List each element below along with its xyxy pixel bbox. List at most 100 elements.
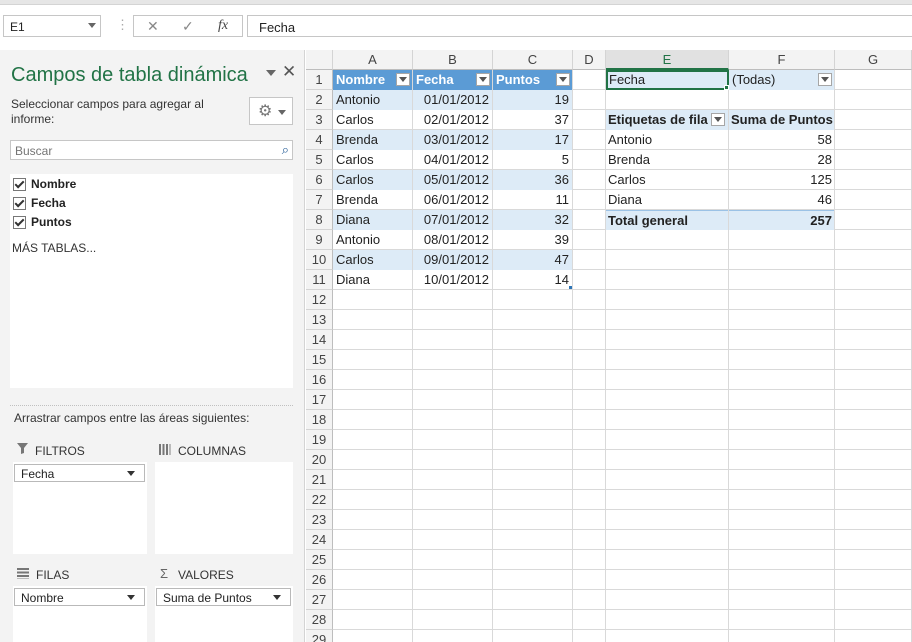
pivot-row-value[interactable]: 58: [729, 130, 834, 150]
table-cell[interactable]: Brenda: [333, 130, 412, 150]
rows-field-nombre[interactable]: Nombre: [14, 588, 145, 606]
table-cell[interactable]: 05/01/2012: [413, 170, 492, 190]
chevron-down-icon[interactable]: [273, 595, 281, 600]
table-cell[interactable]: 36: [493, 170, 572, 190]
column-header-e[interactable]: E: [606, 50, 729, 70]
column-header-d[interactable]: D: [573, 50, 606, 70]
table-cell[interactable]: 37: [493, 110, 572, 130]
search-icon[interactable]: ⌕: [282, 142, 289, 158]
table-cell[interactable]: 03/01/2012: [413, 130, 492, 150]
column-header-b[interactable]: B: [413, 50, 493, 70]
pivot-row-value[interactable]: 46: [729, 190, 834, 210]
table-cell[interactable]: 01/01/2012: [413, 90, 492, 110]
table-cell[interactable]: 10/01/2012: [413, 270, 492, 290]
filter-dropdown-icon[interactable]: [818, 73, 832, 86]
table-cell[interactable]: Carlos: [333, 150, 412, 170]
table-cell[interactable]: Antonio: [333, 90, 412, 110]
row-header-5[interactable]: 5: [306, 150, 333, 170]
pivot-filter-label[interactable]: Fecha: [606, 70, 729, 90]
chevron-down-icon[interactable]: [88, 23, 96, 28]
pivot-total-value[interactable]: 257: [729, 210, 834, 230]
pivot-total-label[interactable]: Total general: [606, 210, 728, 230]
table-cell[interactable]: 07/01/2012: [413, 210, 492, 230]
row-header-23[interactable]: 23: [306, 510, 333, 530]
pivot-row-label[interactable]: Antonio: [606, 130, 728, 150]
table-cell[interactable]: Carlos: [333, 110, 412, 130]
enter-icon[interactable]: ✓: [182, 18, 194, 35]
row-header-14[interactable]: 14: [306, 330, 333, 350]
pivot-row-label[interactable]: Brenda: [606, 150, 728, 170]
cancel-icon[interactable]: ✕: [147, 18, 159, 35]
pivot-row-value[interactable]: 28: [729, 150, 834, 170]
table-cell[interactable]: 47: [493, 250, 572, 270]
row-header-6[interactable]: 6: [306, 170, 333, 190]
table-cell[interactable]: 02/01/2012: [413, 110, 492, 130]
table-cell[interactable]: 11: [493, 190, 572, 210]
filter-dropdown-icon[interactable]: [556, 73, 570, 86]
row-header-17[interactable]: 17: [306, 390, 333, 410]
row-header-1[interactable]: 1: [306, 70, 333, 90]
formula-input[interactable]: Fecha: [247, 15, 912, 37]
column-header-g[interactable]: G: [835, 50, 912, 70]
checkbox-checked[interactable]: [13, 216, 26, 229]
select-all-corner[interactable]: [306, 50, 333, 70]
pivot-row-label-header[interactable]: Etiquetas de fila: [606, 110, 728, 130]
table-cell[interactable]: Diana: [333, 270, 412, 290]
filter-dropdown-icon[interactable]: [396, 73, 410, 86]
row-header-29[interactable]: 29: [306, 630, 333, 642]
row-header-19[interactable]: 19: [306, 430, 333, 450]
row-header-13[interactable]: 13: [306, 310, 333, 330]
pivot-row-label[interactable]: Carlos: [606, 170, 728, 190]
chevron-down-icon[interactable]: [127, 471, 135, 476]
row-header-27[interactable]: 27: [306, 590, 333, 610]
row-header-4[interactable]: 4: [306, 130, 333, 150]
values-area[interactable]: Suma de Puntos: [155, 586, 293, 642]
row-header-9[interactable]: 9: [306, 230, 333, 250]
filters-field-fecha[interactable]: Fecha: [14, 464, 145, 482]
row-header-20[interactable]: 20: [306, 450, 333, 470]
pane-options-chevron-icon[interactable]: [266, 70, 276, 76]
column-header-f[interactable]: F: [729, 50, 835, 70]
row-header-26[interactable]: 26: [306, 570, 333, 590]
filter-dropdown-icon[interactable]: [711, 113, 725, 126]
row-header-22[interactable]: 22: [306, 490, 333, 510]
table-cell[interactable]: 32: [493, 210, 572, 230]
values-field-suma[interactable]: Suma de Puntos: [156, 588, 291, 606]
table-cell[interactable]: Carlos: [333, 170, 412, 190]
table-cell[interactable]: 17: [493, 130, 572, 150]
insert-function-icon[interactable]: fx: [218, 18, 228, 34]
table-cell[interactable]: 09/01/2012: [413, 250, 492, 270]
name-box[interactable]: E1: [3, 15, 101, 37]
table-cell[interactable]: 14: [493, 270, 572, 290]
table-cell[interactable]: Antonio: [333, 230, 412, 250]
table-cell[interactable]: 04/01/2012: [413, 150, 492, 170]
row-header-16[interactable]: 16: [306, 370, 333, 390]
table-cell[interactable]: 06/01/2012: [413, 190, 492, 210]
row-header-18[interactable]: 18: [306, 410, 333, 430]
row-header-28[interactable]: 28: [306, 610, 333, 630]
row-header-21[interactable]: 21: [306, 470, 333, 490]
table-cell[interactable]: 08/01/2012: [413, 230, 492, 250]
close-icon[interactable]: ✕: [282, 62, 296, 82]
table-resize-handle[interactable]: [569, 286, 572, 289]
search-input[interactable]: [13, 142, 272, 160]
table-cell[interactable]: Diana: [333, 210, 412, 230]
column-header-a[interactable]: A: [333, 50, 413, 70]
checkbox-checked[interactable]: [13, 197, 26, 210]
row-header-8[interactable]: 8: [306, 210, 333, 230]
more-tables-link[interactable]: MÁS TABLAS...: [12, 241, 96, 255]
pivot-row-value[interactable]: 125: [729, 170, 834, 190]
row-header-12[interactable]: 12: [306, 290, 333, 310]
table-cell[interactable]: Brenda: [333, 190, 412, 210]
row-header-10[interactable]: 10: [306, 250, 333, 270]
row-header-25[interactable]: 25: [306, 550, 333, 570]
tools-button[interactable]: ⚙: [249, 97, 293, 125]
table-cell[interactable]: 39: [493, 230, 572, 250]
row-header-3[interactable]: 3: [306, 110, 333, 130]
column-header-c[interactable]: C: [493, 50, 573, 70]
row-header-2[interactable]: 2: [306, 90, 333, 110]
pivot-row-label[interactable]: Diana: [606, 190, 728, 210]
columns-area[interactable]: [155, 462, 293, 554]
table-cell[interactable]: 5: [493, 150, 572, 170]
row-header-11[interactable]: 11: [306, 270, 333, 290]
